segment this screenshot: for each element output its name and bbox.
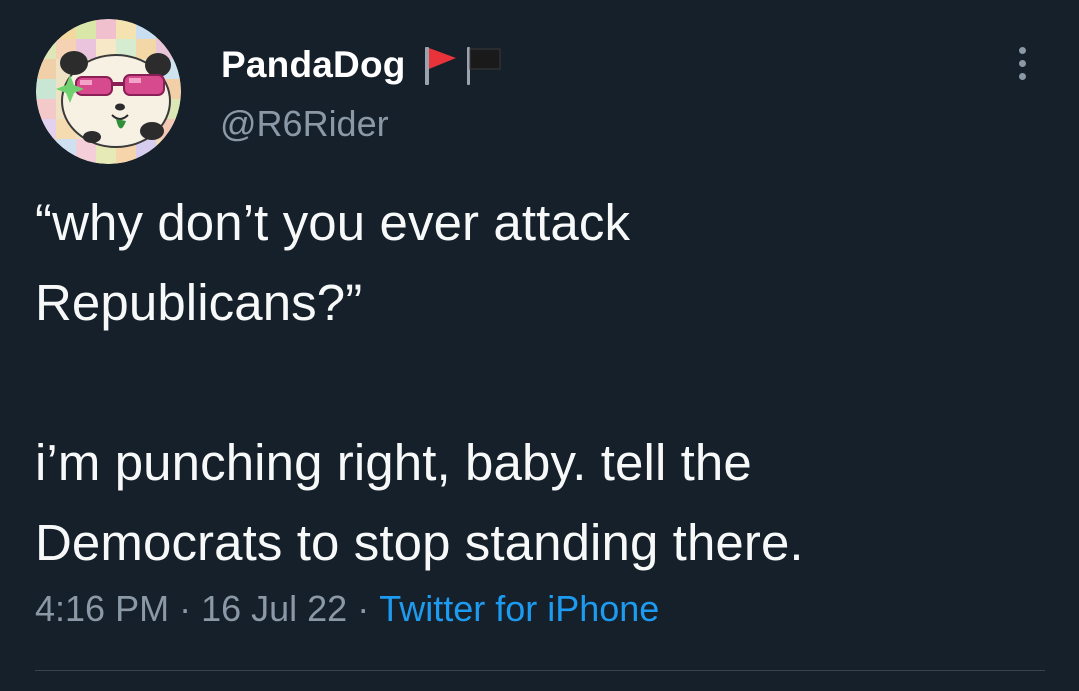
tweet-text: “why don’t you ever attack Republicans?”… xyxy=(35,183,1045,583)
tweet-text-line: i’m punching right, baby. tell the xyxy=(35,434,752,491)
divider xyxy=(35,670,1045,671)
more-options-icon xyxy=(1018,46,1026,54)
separator: · xyxy=(357,588,370,629)
display-name[interactable]: PandaDog xyxy=(221,44,406,86)
tweet-text-line: Democrats to stop standing there. xyxy=(35,514,804,571)
avatar-image xyxy=(36,19,181,164)
tweet-time[interactable]: 4:16 PM xyxy=(35,588,169,629)
tweet-source-link[interactable]: Twitter for iPhone xyxy=(379,588,659,629)
more-options-button[interactable] xyxy=(1004,40,1040,86)
red-flag-black-flag-icon xyxy=(420,43,504,87)
author-row: PandaDog xyxy=(221,40,504,90)
tweet-date[interactable]: 16 Jul 22 xyxy=(201,588,347,629)
user-handle[interactable]: @R6Rider xyxy=(220,103,389,145)
tweet-metadata: 4:16 PM · 16 Jul 22 · Twitter for iPhone xyxy=(35,588,659,630)
avatar[interactable] xyxy=(36,19,181,164)
separator: · xyxy=(179,588,192,629)
tweet-text-line: Republicans?” xyxy=(35,274,363,331)
tweet-text-line: “why don’t you ever attack xyxy=(35,194,631,251)
